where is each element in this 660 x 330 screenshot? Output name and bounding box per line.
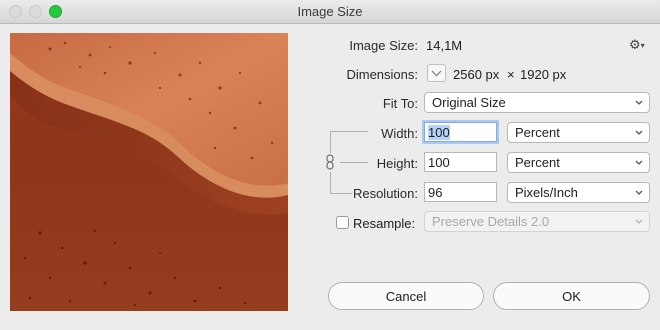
fit-to-label: Fit To:: [382, 96, 418, 111]
dimensions-label: Dimensions:: [346, 67, 418, 82]
dimensions-times-sign: ×: [507, 67, 515, 82]
resolution-input[interactable]: 96: [424, 182, 497, 202]
fit-to-select[interactable]: Original Size: [424, 92, 650, 113]
chevron-down-icon: [635, 190, 643, 195]
resolution-unit-select[interactable]: Pixels/Inch: [507, 182, 650, 203]
height-label: Height:: [376, 156, 418, 171]
width-unit-value: Percent: [515, 125, 560, 140]
resolution-label: Resolution:: [352, 186, 418, 201]
chevron-down-icon: [635, 100, 643, 105]
gear-menu-button[interactable]: ⚙▾: [629, 37, 645, 53]
image-size-label: Image Size:: [349, 38, 418, 53]
fit-to-value: Original Size: [432, 95, 506, 110]
height-input-value: 100: [428, 155, 450, 170]
chevron-down-icon: [635, 219, 643, 224]
resolution-input-value: 96: [428, 185, 443, 200]
height-unit-value: Percent: [515, 155, 560, 170]
title-bar: Image Size: [0, 0, 660, 24]
ok-button[interactable]: OK: [493, 282, 650, 310]
resample-method-value: Preserve Details 2.0: [432, 214, 550, 229]
window-title: Image Size: [297, 4, 363, 19]
chevron-down-icon: ▾: [640, 41, 645, 50]
chevron-down-icon: [635, 160, 643, 165]
height-unit-select[interactable]: Percent: [507, 152, 650, 173]
resample-label: Resample:: [353, 216, 416, 231]
width-input-value: 100: [428, 125, 450, 140]
cancel-button[interactable]: Cancel: [328, 282, 484, 310]
resample-method-select[interactable]: Preserve Details 2.0: [424, 211, 650, 232]
resample-checkbox[interactable]: [336, 216, 349, 229]
width-label: Width:: [381, 126, 418, 141]
dimensions-width-value: 2560 px: [453, 67, 500, 82]
desert-preview-image: [10, 33, 288, 311]
dimensions-height-value: 1920 px: [520, 67, 567, 82]
chevron-down-icon: [635, 130, 643, 135]
dimensions-units-button[interactable]: [427, 64, 446, 82]
image-size-value: 14,1M: [426, 38, 463, 53]
width-unit-select[interactable]: Percent: [507, 122, 650, 143]
resolution-unit-value: Pixels/Inch: [515, 185, 578, 200]
width-input[interactable]: 100: [424, 122, 497, 142]
height-input[interactable]: 100: [424, 152, 497, 172]
image-preview: [10, 33, 288, 311]
gear-icon: ⚙: [629, 37, 641, 52]
chevron-down-icon: [431, 70, 442, 77]
